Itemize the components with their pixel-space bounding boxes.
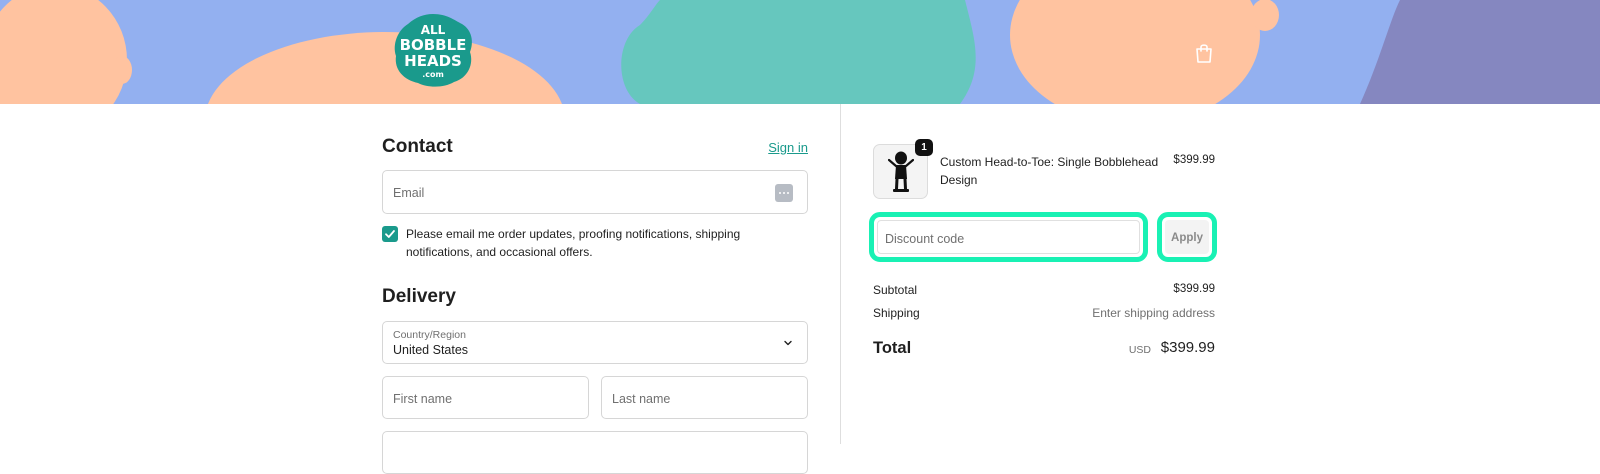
svg-text:.com: .com <box>422 70 444 79</box>
first-name-field[interactable]: First name <box>382 376 589 419</box>
apply-label: Apply <box>1171 232 1203 244</box>
subtotal-label: Subtotal <box>873 283 918 297</box>
password-manager-icon[interactable] <box>775 184 793 202</box>
column-divider <box>840 104 841 444</box>
contact-title: Contact <box>382 136 453 157</box>
contact-header: Contact Sign in <box>382 136 808 162</box>
first-name-placeholder: First name <box>393 392 453 406</box>
svg-text:ALL: ALL <box>421 23 446 37</box>
email-field[interactable]: Email <box>382 170 808 214</box>
bobblehead-silhouette-icon <box>888 151 914 192</box>
country-select[interactable]: Country/Region United States <box>382 321 808 364</box>
country-label: Country/Region <box>393 329 466 341</box>
total-value: $399.99 <box>1160 339 1215 356</box>
last-name-placeholder: Last name <box>612 392 671 406</box>
apply-discount-button[interactable]: Apply <box>1157 212 1217 262</box>
delivery-title: Delivery <box>382 286 456 307</box>
banner-background-shapes <box>0 0 1600 104</box>
chevron-down-icon <box>784 340 792 346</box>
shipping-label: Shipping <box>873 306 920 320</box>
total-label: Total <box>873 339 912 357</box>
last-name-field[interactable]: Last name <box>601 376 808 419</box>
subtotal-value: $399.99 <box>1173 283 1215 295</box>
svg-text:HEADS: HEADS <box>404 52 462 70</box>
total-currency: USD <box>1128 344 1151 356</box>
sign-in-link[interactable]: Sign in <box>768 140 808 155</box>
shipping-value: Enter shipping address <box>1092 306 1215 320</box>
discount-placeholder: Discount code <box>885 232 965 246</box>
allbobbleheads-logo[interactable]: ALL BOBBLE HEADS .com <box>392 12 474 88</box>
country-value: United States <box>393 343 469 357</box>
address-field[interactable] <box>382 431 808 474</box>
product-price: $399.99 <box>1173 154 1215 166</box>
header-banner: ALL BOBBLE HEADS .com <box>0 0 1600 104</box>
discount-code-field[interactable]: Discount code <box>869 212 1148 262</box>
product-name: Custom Head-to-Toe: Single Bobblehead De… <box>940 155 1159 187</box>
email-placeholder: Email <box>393 186 425 200</box>
quantity-badge: 1 <box>915 139 933 156</box>
opt-in-label: Please email me order updates, proofing … <box>406 227 741 259</box>
checkmark-icon <box>385 230 395 238</box>
shopping-bag-icon[interactable] <box>1194 42 1214 64</box>
opt-in-checkbox[interactable] <box>382 226 398 242</box>
